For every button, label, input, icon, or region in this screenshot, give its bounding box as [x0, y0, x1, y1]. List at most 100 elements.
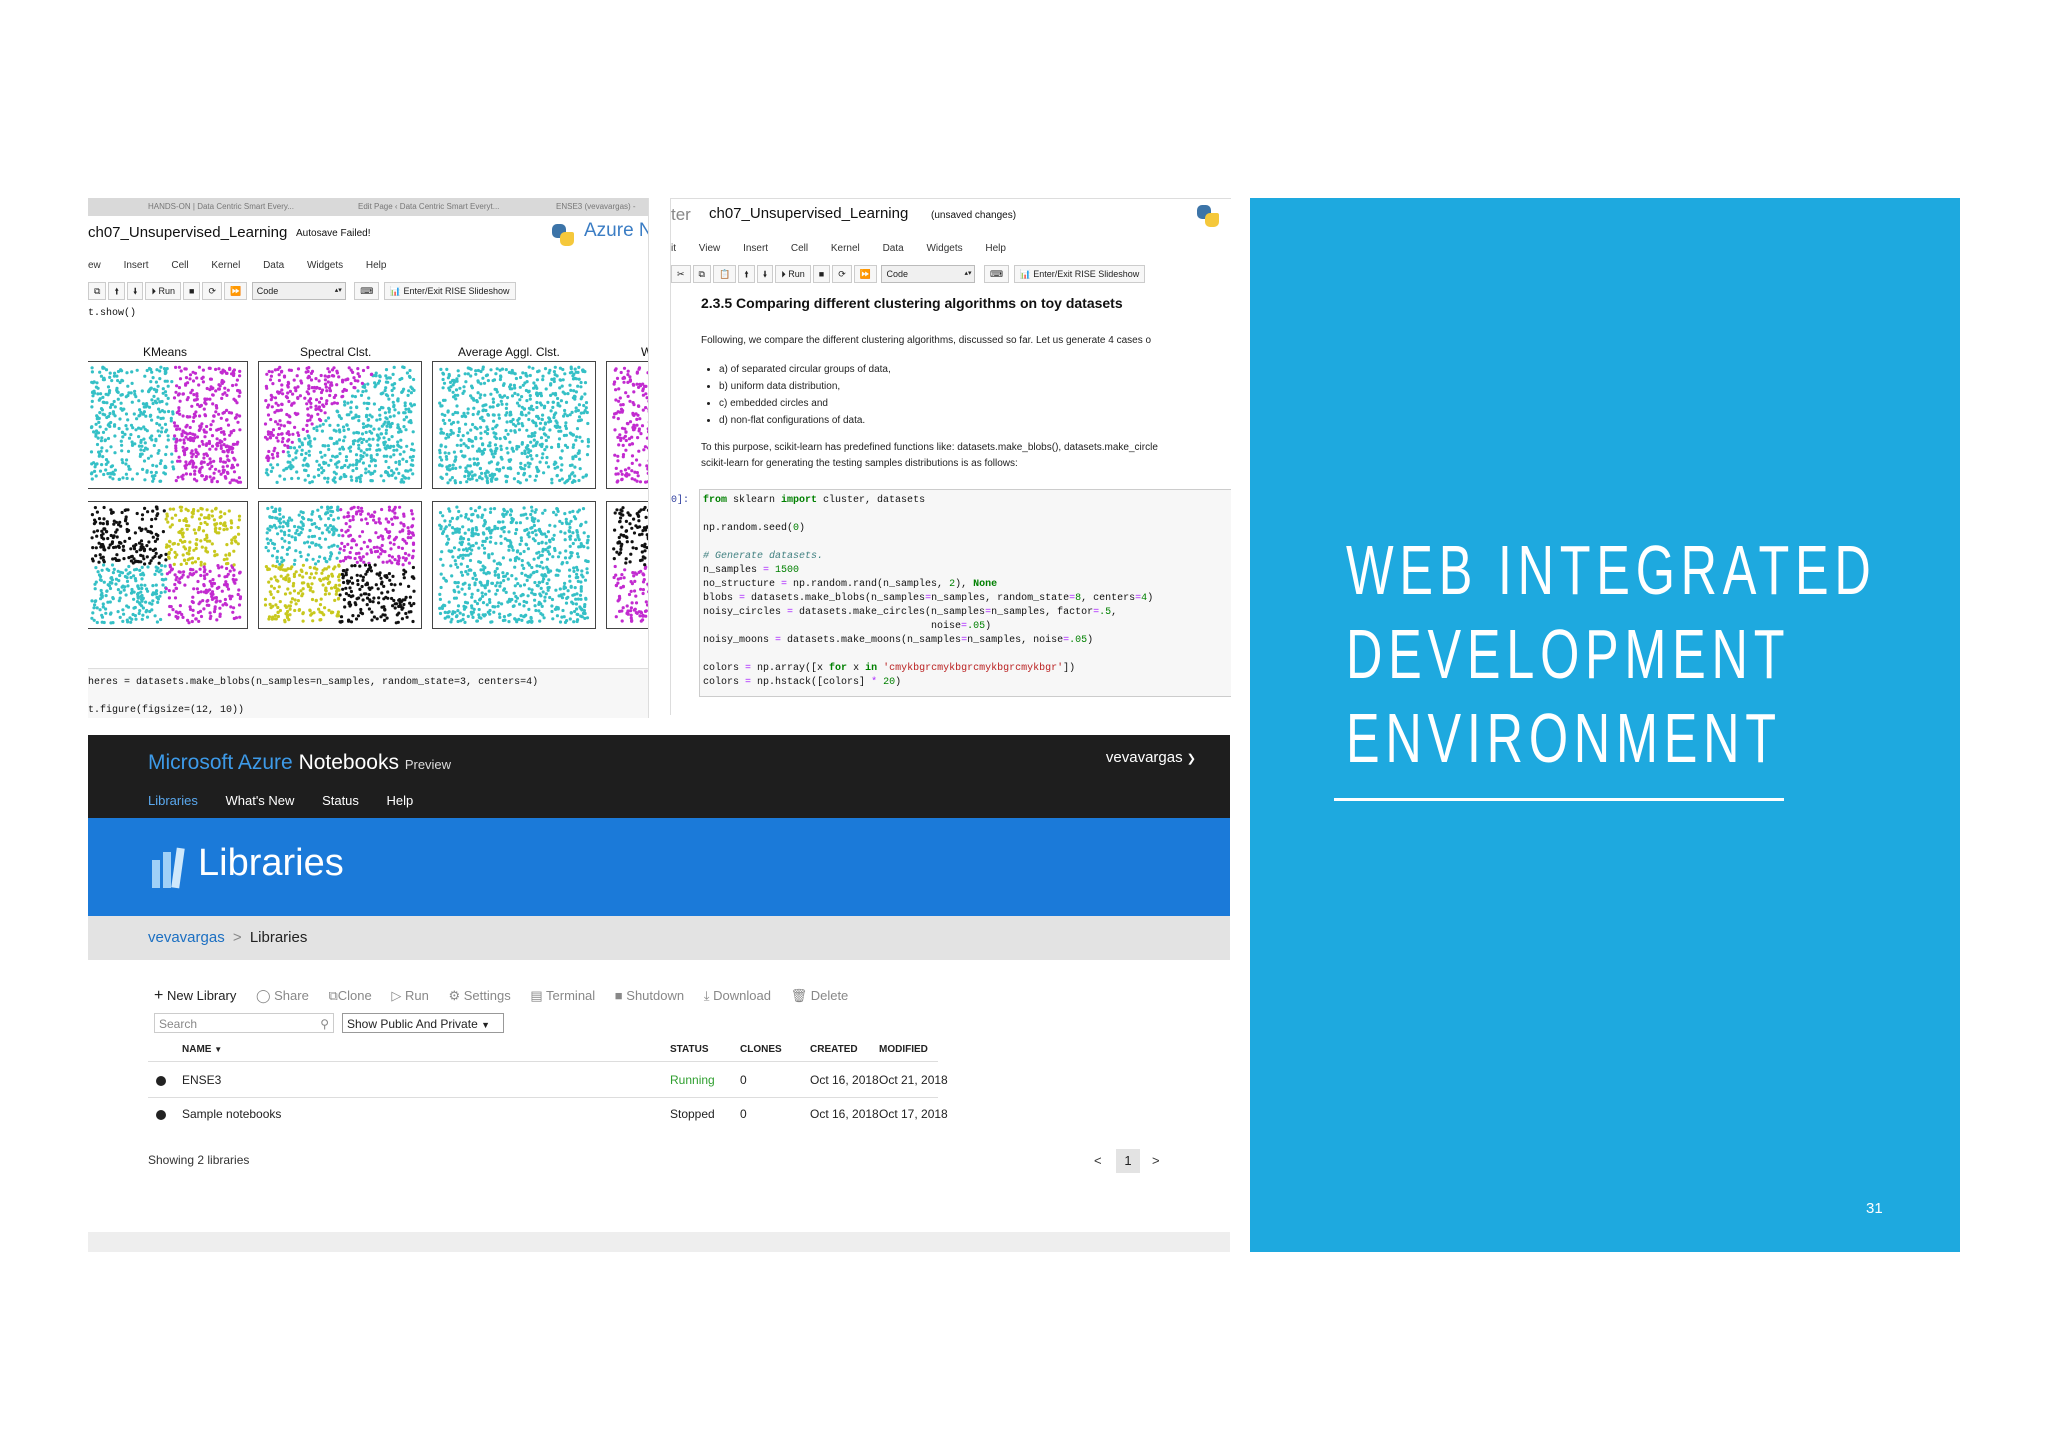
menu-bar: it View Insert Cell Kernel Data Widgets …	[671, 243, 1026, 254]
nav-whats-new[interactable]: What's New	[225, 793, 294, 808]
azure-notebooks-logo[interactable]: Microsoft Azure Notebooks Preview	[148, 751, 451, 775]
page-number-button[interactable]: 1	[1116, 1149, 1140, 1173]
list-item: a) of separated circular groups of data,	[719, 361, 891, 378]
nav-status[interactable]: Status	[322, 793, 359, 808]
menu-item-help[interactable]: Help	[366, 260, 387, 271]
rise-slideshow-button[interactable]: 📊 Enter/Exit RISE Slideshow	[1013, 265, 1146, 283]
menu-item-insert[interactable]: Insert	[124, 260, 149, 271]
column-header-clones[interactable]: CLONES	[740, 1044, 782, 1055]
code-line: # Generate datasets.	[703, 551, 824, 562]
user-menu[interactable]: vevavargas ❯	[1106, 749, 1196, 766]
column-header-name[interactable]: NAME ▼	[182, 1044, 222, 1055]
menu-item-view[interactable]: View	[699, 243, 721, 254]
menu-item[interactable]: ew	[88, 260, 101, 271]
code-cell[interactable]: heres = datasets.make_blobs(n_samples=n_…	[88, 668, 648, 718]
nav-libraries[interactable]: Libraries	[148, 793, 198, 808]
footer-bar	[88, 1232, 1230, 1252]
jupyter-screenshot-right: ter ch07_Unsupervised_Learning (unsaved …	[670, 198, 1231, 715]
fast-forward-icon[interactable]: ⏩	[223, 282, 248, 300]
next-page-button[interactable]: >	[1152, 1153, 1160, 1168]
run-button[interactable]: ⏵ Run	[145, 282, 181, 300]
plus-icon: +	[154, 987, 164, 1004]
keyboard-icon[interactable]: ⌨	[984, 265, 1009, 283]
keyboard-icon[interactable]: ⌨	[354, 282, 380, 300]
cut-icon[interactable]: ✂	[671, 265, 691, 283]
rise-slideshow-button[interactable]: 📊 Enter/Exit RISE Slideshow	[383, 282, 516, 300]
scatter-panel	[88, 361, 248, 489]
stop-icon[interactable]: ■	[183, 282, 201, 300]
search-icon: ⚲	[320, 1017, 329, 1031]
browser-tab-bar: HANDS-ON | Data Centric Smart Every... E…	[88, 198, 648, 216]
browser-tab[interactable]: HANDS-ON | Data Centric Smart Every...	[148, 202, 294, 211]
settings-button[interactable]: ⚙ Settings	[448, 988, 510, 1003]
paste-icon[interactable]: 📋	[712, 265, 737, 283]
notebook-title[interactable]: ch07_Unsupervised_Learning	[709, 205, 908, 222]
terminal-button[interactable]: ▤ Terminal	[530, 988, 595, 1003]
plot-title-w: W	[641, 345, 648, 359]
azure-brand: Azure N	[584, 220, 649, 241]
breadcrumb-user-link[interactable]: vevavargas	[148, 929, 225, 946]
search-input[interactable]: Search ⚲	[154, 1013, 334, 1033]
python-logo-icon	[552, 224, 574, 246]
scatter-points	[438, 505, 590, 624]
notebook-title[interactable]: ch07_Unsupervised_Learning	[88, 224, 287, 241]
visibility-filter-dropdown[interactable]: Show Public And Private ▼	[342, 1013, 504, 1033]
terminal-icon: ▤	[530, 988, 543, 1003]
breadcrumb-current: Libraries	[249, 929, 308, 946]
menu-item-widgets[interactable]: Widgets	[307, 260, 343, 271]
list-item: b) uniform data distribution,	[719, 378, 891, 395]
clone-count: 0	[740, 1107, 747, 1121]
copy-icon[interactable]: ⧉	[692, 265, 711, 283]
menu-item-edit[interactable]: it	[671, 243, 676, 254]
browser-tab[interactable]: ENSE3 (vevavargas) -	[556, 202, 636, 211]
browser-tab[interactable]: Edit Page ‹ Data Centric Smart Everyt...	[358, 202, 499, 211]
copy-icon[interactable]: ⧉	[88, 282, 107, 300]
column-header-status[interactable]: STATUS	[670, 1044, 709, 1055]
stop-icon: ■	[614, 988, 623, 1003]
library-name[interactable]: ENSE3	[182, 1073, 221, 1087]
code-line: colors = np.array([x for x in 'cmykbgrcm…	[703, 663, 1076, 674]
share-button[interactable]: ◯ Share	[256, 988, 309, 1003]
move-up-icon[interactable]: 🠙	[738, 265, 755, 283]
new-library-button[interactable]: + New Library	[154, 987, 236, 1004]
breadcrumb: vevavargas > Libraries	[88, 916, 1230, 960]
menu-item-cell[interactable]: Cell	[791, 243, 808, 254]
stop-icon[interactable]: ■	[812, 265, 831, 283]
menu-item-insert[interactable]: Insert	[743, 243, 768, 254]
slide-title-line: ENVIRONMENT	[1346, 699, 1782, 777]
menu-item-kernel[interactable]: Kernel	[211, 260, 240, 271]
restart-icon[interactable]: ⟳	[202, 282, 222, 300]
code-line: blobs = datasets.make_blobs(n_samples=n_…	[703, 593, 1154, 604]
globe-icon	[156, 1110, 166, 1120]
cell-type-select[interactable]: Code	[881, 265, 976, 283]
restart-icon[interactable]: ⟳	[832, 265, 852, 283]
menu-bar: ew Insert Cell Kernel Data Widgets Help	[88, 260, 406, 271]
prev-page-button[interactable]: <	[1094, 1153, 1102, 1168]
clone-button[interactable]: ⧉Clone	[328, 988, 371, 1003]
run-button[interactable]: ⏵ Run	[775, 265, 811, 283]
scatter-panel	[258, 501, 422, 629]
column-header-modified[interactable]: MODIFIED	[879, 1044, 928, 1055]
move-down-icon[interactable]: 🠛	[126, 282, 144, 300]
column-header-created[interactable]: CREATED	[810, 1044, 858, 1055]
breadcrumb-separator: >	[232, 929, 242, 946]
download-button[interactable]: ⤓ Download	[704, 988, 771, 1003]
fast-forward-icon[interactable]: ⏩	[853, 265, 877, 283]
menu-item-kernel[interactable]: Kernel	[831, 243, 860, 254]
scatter-panel	[432, 501, 596, 629]
move-up-icon[interactable]: 🠙	[108, 282, 125, 300]
run-button[interactable]: ▷ Run	[391, 988, 428, 1003]
results-count: Showing 2 libraries	[148, 1153, 250, 1167]
menu-item-data[interactable]: Data	[263, 260, 284, 271]
cell-type-select[interactable]: Code	[251, 282, 346, 300]
menu-item-cell[interactable]: Cell	[171, 260, 188, 271]
menu-item-help[interactable]: Help	[985, 243, 1006, 254]
shutdown-button[interactable]: ■ Shutdown	[615, 988, 684, 1003]
move-down-icon[interactable]: 🠛	[756, 265, 774, 283]
bullet-list: a) of separated circular groups of data,…	[701, 361, 891, 429]
delete-button[interactable]: 🗑 Delete	[791, 988, 849, 1003]
library-name[interactable]: Sample notebooks	[182, 1107, 281, 1121]
menu-item-data[interactable]: Data	[883, 243, 904, 254]
nav-help[interactable]: Help	[387, 793, 414, 808]
menu-item-widgets[interactable]: Widgets	[926, 243, 962, 254]
